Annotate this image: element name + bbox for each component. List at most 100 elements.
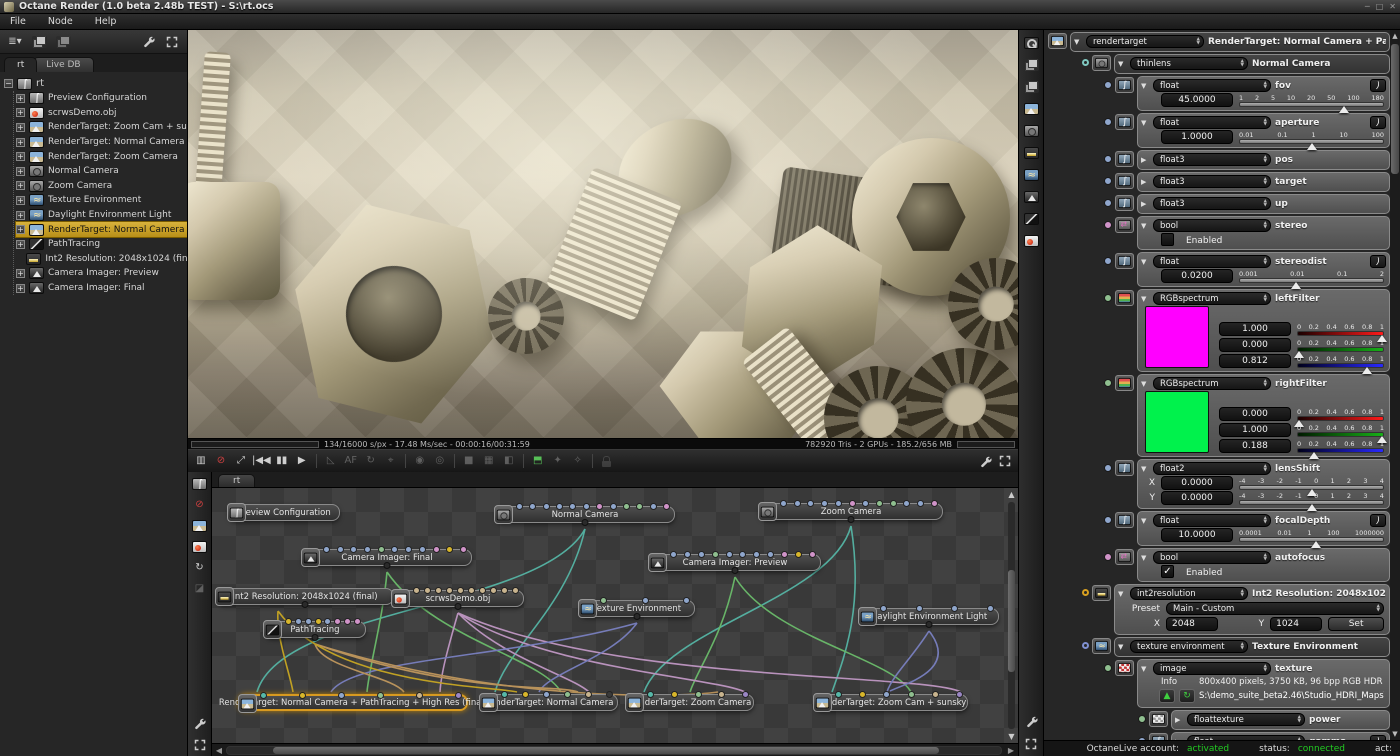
- node-output-pin[interactable]: [731, 567, 739, 574]
- node-pin[interactable]: [457, 587, 464, 594]
- node-pin[interactable]: [876, 500, 884, 507]
- slider-track[interactable]: [1239, 485, 1384, 496]
- node-pin[interactable]: [711, 551, 719, 558]
- node-pin[interactable]: [516, 503, 523, 510]
- chevron-down-icon[interactable]: ▼: [1118, 643, 1126, 651]
- node-pin[interactable]: [834, 500, 842, 507]
- maximize-button[interactable]: □: [1376, 2, 1384, 11]
- node-pin[interactable]: [455, 692, 462, 699]
- scroll-left-icon[interactable]: ◀: [212, 746, 226, 755]
- log-scale-button[interactable]: ): [1370, 116, 1386, 129]
- chevron-down-icon[interactable]: ▼: [1141, 465, 1149, 473]
- chevron-down-icon[interactable]: ▼: [1118, 60, 1126, 68]
- render-priority-icon[interactable]: ⊘: [212, 453, 230, 470]
- node-pin[interactable]: [304, 618, 312, 625]
- node-pin[interactable]: [336, 546, 344, 553]
- node-pin[interactable]: [543, 691, 550, 698]
- paste-node-icon[interactable]: [1022, 78, 1040, 95]
- x-input[interactable]: 2048: [1166, 617, 1219, 631]
- connection-dot[interactable]: [1138, 714, 1146, 723]
- expand-icon[interactable]: +: [16, 210, 25, 220]
- slider-track[interactable]: [1239, 537, 1384, 548]
- color-swatch[interactable]: [1145, 306, 1209, 368]
- graph-node[interactable]: RenderTarget: Zoom Cam + sunsky: [813, 691, 968, 712]
- save-image-icon[interactable]: ▥: [192, 453, 210, 470]
- menu-node[interactable]: Node: [48, 16, 73, 27]
- camera-node-icon[interactable]: [1022, 122, 1040, 139]
- type-select[interactable]: float▲▼: [1187, 735, 1305, 740]
- connection-dot[interactable]: [1104, 663, 1112, 672]
- expand-panel-icon[interactable]: [163, 33, 181, 50]
- node-graph-tab-rt[interactable]: rt: [218, 474, 256, 487]
- tree-item[interactable]: + RenderTarget: Zoom Cam + sunsky: [16, 120, 187, 135]
- expand-icon[interactable]: +: [16, 195, 25, 205]
- node-pin[interactable]: [636, 503, 644, 510]
- scroll-up-icon[interactable]: ▲: [1006, 490, 1017, 499]
- tree-item[interactable]: + Zoom Camera: [16, 179, 187, 194]
- connection-dot[interactable]: [1082, 589, 1089, 596]
- type-select[interactable]: RGBspectrum ▲ ▼: [1153, 377, 1271, 390]
- param-icon-button[interactable]: [1115, 374, 1134, 391]
- wrench-icon[interactable]: [191, 715, 209, 732]
- type-select[interactable]: thinlens ▲ ▼: [1130, 57, 1248, 70]
- type-select[interactable]: texture environment ▲ ▼: [1130, 640, 1248, 653]
- tree-item[interactable]: + scrwsDemo.obj: [16, 106, 187, 121]
- expand-icon[interactable]: +: [16, 239, 25, 249]
- node-output-pin[interactable]: [454, 603, 462, 610]
- wrench-icon[interactable]: [1022, 713, 1040, 730]
- tree-item[interactable]: + Daylight Environment Light: [16, 208, 187, 223]
- node-pin[interactable]: [479, 587, 486, 594]
- param-icon-button[interactable]: [1115, 150, 1134, 167]
- node-pin[interactable]: [377, 692, 384, 699]
- slider-handle[interactable]: [1310, 541, 1321, 548]
- type-select[interactable]: float3 ▲ ▼: [1153, 197, 1271, 210]
- graph-node[interactable]: Daylight Environment Light: [858, 605, 999, 628]
- node-pin[interactable]: [848, 500, 856, 507]
- value-field[interactable]: 1.000: [1219, 322, 1291, 336]
- node-output-pin[interactable]: [311, 634, 319, 641]
- param-icon-button[interactable]: [1115, 252, 1134, 269]
- load-file-button[interactable]: ▲: [1159, 689, 1175, 703]
- node-pin[interactable]: [880, 605, 887, 612]
- node-pin[interactable]: [490, 587, 497, 594]
- node-pin[interactable]: [260, 692, 267, 699]
- node-pin[interactable]: [725, 551, 733, 558]
- param-icon-button[interactable]: [1115, 459, 1134, 476]
- node-pin[interactable]: [780, 500, 787, 507]
- node-pin[interactable]: [907, 691, 915, 698]
- copy-node-icon[interactable]: [1022, 56, 1040, 73]
- connection-dot[interactable]: [1104, 220, 1112, 229]
- slider-track[interactable]: [1239, 500, 1384, 511]
- node-pin[interactable]: [889, 500, 897, 507]
- restart-render-icon[interactable]: |◀◀: [252, 453, 271, 470]
- kernel-node-icon[interactable]: [1022, 210, 1040, 227]
- node-pin[interactable]: [649, 503, 657, 510]
- slider-track[interactable]: [1297, 363, 1384, 374]
- value-field[interactable]: 0.0000: [1161, 491, 1233, 505]
- node-pin[interactable]: [931, 691, 939, 698]
- tree-item[interactable]: + PathTracing: [16, 237, 187, 252]
- imager-node-icon[interactable]: [1022, 188, 1040, 205]
- slider-handle[interactable]: [1306, 504, 1317, 511]
- menu-file[interactable]: File: [10, 16, 26, 27]
- slider[interactable]: 1 2 5 10 20 50 100 180: [1239, 94, 1384, 113]
- node-pin[interactable]: [542, 503, 550, 510]
- param-icon-button[interactable]: [1115, 113, 1134, 130]
- chevron-right-icon[interactable]: ▶: [1175, 716, 1183, 724]
- node-pin[interactable]: [556, 503, 564, 510]
- scroll-down-icon[interactable]: ▼: [1390, 730, 1400, 738]
- node-pin[interactable]: [501, 691, 508, 698]
- node-pin[interactable]: [413, 587, 420, 594]
- tree-item[interactable]: + Camera Imager: Final: [16, 281, 187, 296]
- expand-icon[interactable]: +: [16, 137, 25, 147]
- slider-track[interactable]: [1297, 432, 1388, 443]
- node-pin[interactable]: [795, 551, 803, 558]
- connection-dot[interactable]: [1104, 117, 1112, 126]
- expand-panel-icon[interactable]: [1022, 735, 1040, 752]
- slider-handle[interactable]: [1290, 282, 1301, 289]
- expand-panel-icon[interactable]: [191, 736, 209, 753]
- chevron-down-icon[interactable]: ▼: [1141, 554, 1149, 562]
- expand-icon[interactable]: +: [16, 152, 25, 162]
- slider[interactable]: 0.0001 0.01 1 100 1000000: [1239, 529, 1384, 548]
- node-pin[interactable]: [662, 503, 670, 510]
